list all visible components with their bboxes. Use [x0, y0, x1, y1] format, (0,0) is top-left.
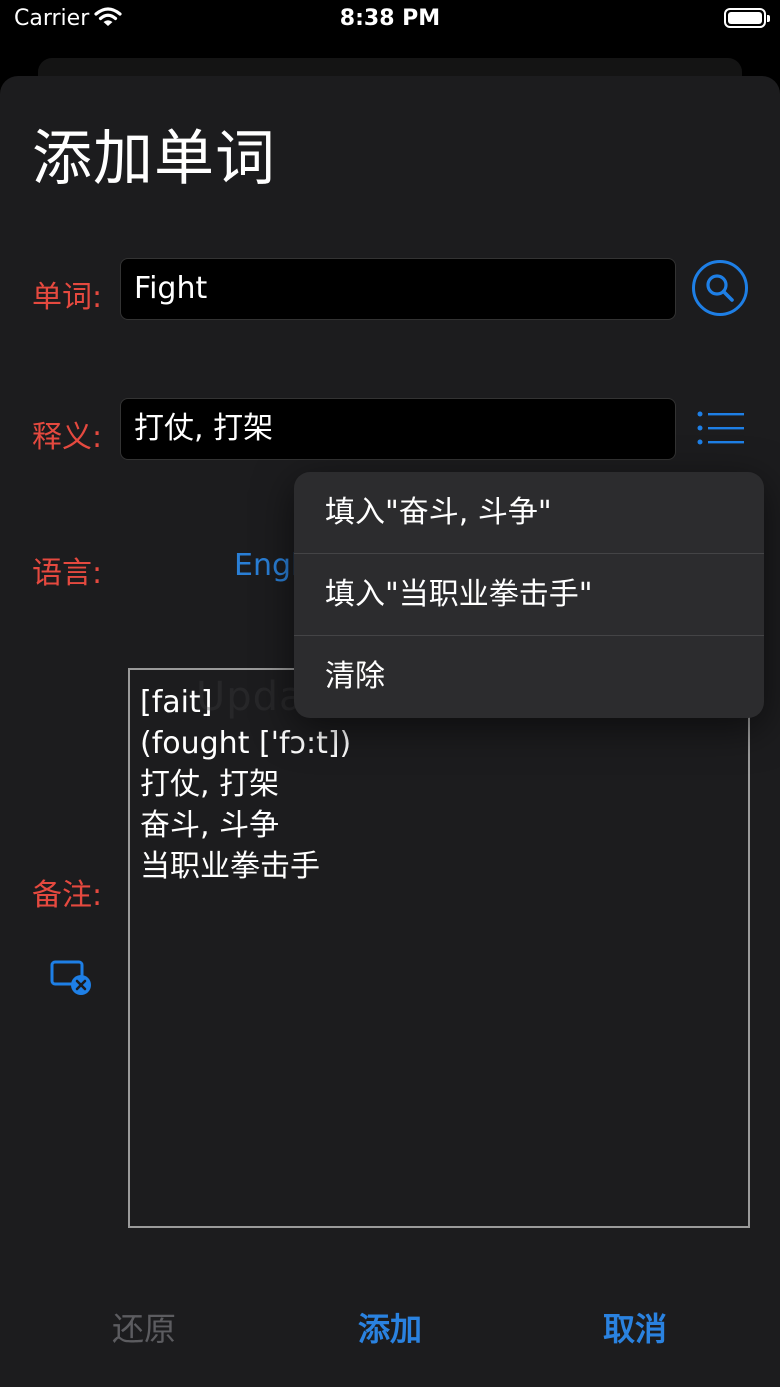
menu-item-fill-2[interactable]: 填入"当职业拳击手" — [294, 554, 764, 636]
add-word-sheet: 添加单词 单词: Fight 释义: 打仗, 打架 语言: Engl [fait… — [0, 76, 780, 1387]
language-selector[interactable]: Engl — [234, 548, 299, 583]
cancel-button[interactable]: 取消 — [603, 1304, 667, 1350]
restore-button[interactable]: 还原 — [112, 1304, 176, 1350]
status-time: 8:38 PM — [339, 6, 441, 31]
word-label: 单词: — [32, 280, 103, 315]
meaning-suggestions-menu: 填入"奋斗, 斗争" 填入"当职业拳击手" 清除 — [294, 472, 764, 718]
meaning-label: 释义: — [32, 420, 103, 455]
page-title: 添加单词 — [32, 124, 276, 194]
language-label: 语言: — [32, 556, 103, 591]
status-bar: Carrier 8:38 PM — [0, 0, 780, 44]
magnifier-icon — [706, 274, 734, 302]
clear-image-icon[interactable] — [50, 960, 94, 1000]
lookup-button[interactable] — [692, 260, 748, 316]
meaning-input[interactable]: 打仗, 打架 — [120, 398, 676, 460]
list-icon[interactable] — [696, 410, 746, 452]
notes-label: 备注: — [32, 878, 103, 913]
battery-icon — [724, 8, 770, 28]
add-button[interactable]: 添加 — [358, 1304, 422, 1350]
menu-item-fill-1[interactable]: 填入"奋斗, 斗争" — [294, 472, 764, 554]
menu-item-clear[interactable]: 清除 — [294, 636, 764, 718]
notes-textarea[interactable]: [fait] (fought ['fɔ:t]) 打仗, 打架 奋斗, 斗争 当职… — [128, 668, 750, 1228]
word-input[interactable]: Fight — [120, 258, 676, 320]
